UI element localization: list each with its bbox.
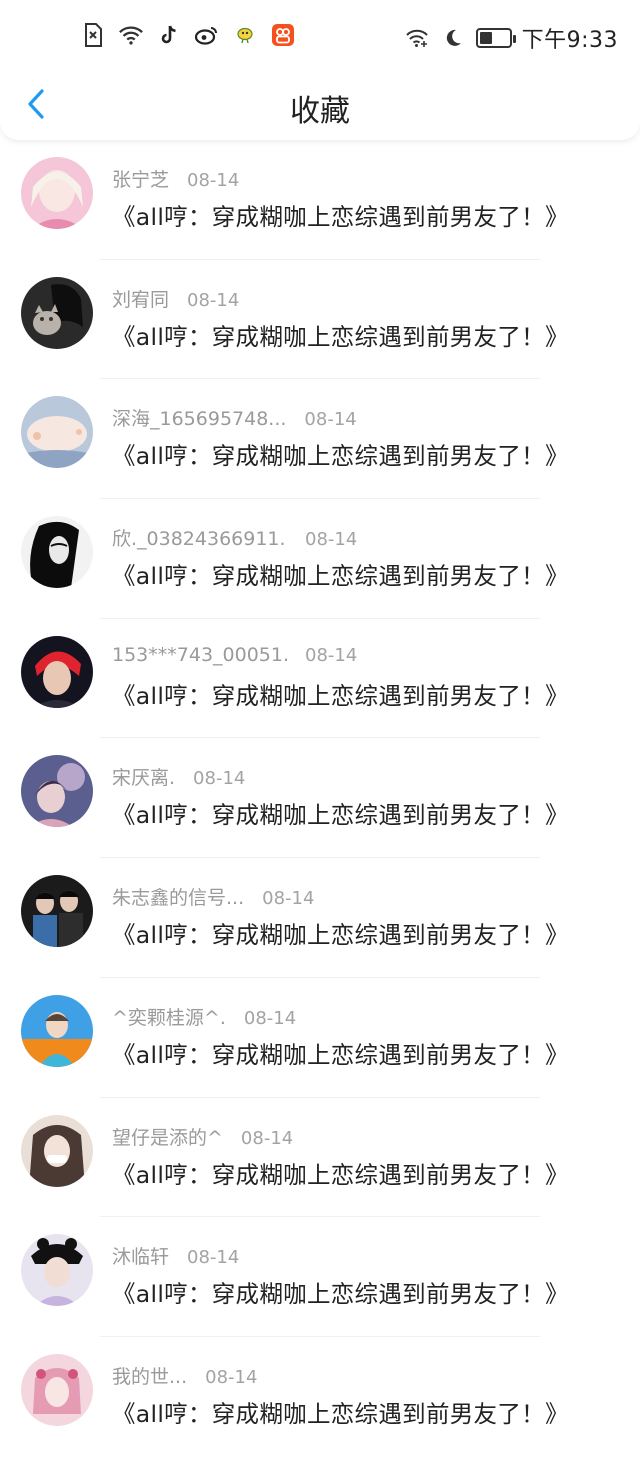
item-date: 08-14: [305, 644, 358, 666]
item-date: 08-14: [187, 1247, 240, 1269]
item-meta: 153***743_00051... 08-14: [112, 644, 357, 666]
page-title: 收藏: [290, 94, 350, 129]
user-name[interactable]: 沐临轩: [112, 1242, 169, 1269]
status-bar: 下午9:33: [0, 0, 640, 72]
item-title[interactable]: 《all哼：穿成糊咖上恋综遇到前男友了！》: [112, 677, 569, 711]
avatar[interactable]: [21, 635, 93, 708]
item-meta: 欣._03824366911... 08-14: [112, 524, 357, 551]
avatar[interactable]: [21, 1234, 93, 1307]
user-name[interactable]: 望仔是添的^: [112, 1123, 223, 1150]
avatar[interactable]: [21, 875, 93, 948]
wifi-plus-icon: [404, 25, 430, 51]
wifi-icon: [118, 22, 144, 48]
list-item[interactable]: 刘宥同 08-14 《all哼：穿成糊咖上恋综遇到前男友了！》: [0, 260, 640, 380]
user-name[interactable]: 深海_165695748...: [112, 404, 286, 431]
item-title[interactable]: 《all哼：穿成糊咖上恋综遇到前男友了！》: [112, 318, 569, 352]
item-title[interactable]: 《all哼：穿成糊咖上恋综遇到前男友了！》: [112, 198, 569, 232]
item-date: 08-14: [240, 1127, 294, 1149]
avatar[interactable]: [21, 276, 93, 349]
avatar[interactable]: [21, 1353, 93, 1426]
item-title[interactable]: 《all哼：穿成糊咖上恋综遇到前男友了！》: [112, 557, 569, 591]
item-date: 08-14: [187, 170, 240, 191]
user-name[interactable]: 宋厌离.: [112, 763, 175, 790]
item-meta: 我的世... 08-14: [112, 1362, 257, 1389]
item-meta: 望仔是添的^ 08-14: [112, 1123, 293, 1150]
list-item[interactable]: 沐临轩 08-14 《all哼：穿成糊咖上恋综遇到前男友了！》: [0, 1217, 640, 1337]
item-title[interactable]: 《all哼：穿成糊咖上恋综遇到前男友了！》: [112, 1156, 569, 1190]
item-date: 08-14: [243, 1007, 297, 1029]
item-date: 08-14: [304, 409, 357, 431]
item-meta: 沐临轩 08-14: [112, 1242, 239, 1269]
list-item[interactable]: 深海_165695748... 08-14 《all哼：穿成糊咖上恋综遇到前男友…: [0, 379, 640, 500]
bird-app-icon: [232, 22, 258, 48]
item-date: 08-14: [193, 768, 246, 790]
item-title[interactable]: 《all哼：穿成糊咖上恋综遇到前男友了！》: [112, 916, 569, 950]
item-title[interactable]: 《all哼：穿成糊咖上恋综遇到前男友了！》: [112, 796, 569, 830]
weibo-icon: [194, 22, 220, 48]
item-meta: 刘宥同 08-14: [112, 285, 239, 312]
user-name[interactable]: 朱志鑫的信号...: [112, 883, 244, 910]
list-item[interactable]: 望仔是添的^ 08-14 《all哼：穿成糊咖上恋综遇到前男友了！》: [0, 1098, 640, 1218]
list-item[interactable]: 我的世... 08-14 《all哼：穿成糊咖上恋综遇到前男友了！》: [0, 1337, 640, 1457]
user-name[interactable]: 我的世...: [112, 1362, 187, 1389]
item-title[interactable]: 《all哼：穿成糊咖上恋综遇到前男友了！》: [112, 1036, 569, 1070]
avatar[interactable]: [21, 396, 93, 469]
list-item[interactable]: 153***743_00051... 08-14 《all哼：穿成糊咖上恋综遇到…: [0, 619, 640, 739]
status-right-icons: 下午9:33: [404, 22, 618, 54]
user-name[interactable]: 153***743_00051...: [112, 644, 287, 666]
favorites-list: 张宁芝 08-14 《all哼：穿成糊咖上恋综遇到前男友了！》 刘宥同 08-1…: [0, 140, 640, 1457]
sim-x-icon: [80, 22, 106, 48]
avatar[interactable]: [21, 994, 93, 1067]
list-item[interactable]: ^奕颗桂源^. 08-14 《all哼：穿成糊咖上恋综遇到前男友了！》: [0, 978, 640, 1098]
user-name[interactable]: 欣._03824366911...: [112, 524, 287, 551]
list-item[interactable]: 张宁芝 08-14 《all哼：穿成糊咖上恋综遇到前男友了！》: [0, 140, 640, 260]
status-time: 下午9:33: [521, 28, 618, 53]
user-name[interactable]: ^奕颗桂源^.: [112, 1003, 226, 1030]
navigation-bar: 收藏: [0, 72, 640, 138]
orange-app-icon: [270, 22, 296, 48]
list-item[interactable]: 宋厌离. 08-14 《all哼：穿成糊咖上恋综遇到前男友了！》: [0, 738, 640, 859]
list-item[interactable]: 朱志鑫的信号... 08-14 《all哼：穿成糊咖上恋综遇到前男友了！》: [0, 858, 640, 978]
user-name[interactable]: 刘宥同: [112, 285, 169, 312]
item-meta: 朱志鑫的信号... 08-14: [112, 883, 314, 910]
user-name[interactable]: 张宁芝: [112, 165, 169, 192]
item-meta: 宋厌离. 08-14: [112, 763, 245, 790]
item-title[interactable]: 《all哼：穿成糊咖上恋综遇到前男友了！》: [112, 437, 569, 471]
avatar[interactable]: [21, 1114, 93, 1187]
item-date: 08-14: [187, 289, 240, 311]
avatar[interactable]: [21, 755, 93, 828]
item-meta: 深海_165695748... 08-14: [112, 404, 357, 431]
item-meta: 张宁芝 08-14: [112, 165, 239, 192]
status-left-icons: [80, 22, 296, 48]
battery-icon: [475, 28, 516, 48]
item-date: 08-14: [305, 529, 358, 551]
item-meta: ^奕颗桂源^. 08-14: [112, 1003, 296, 1030]
avatar[interactable]: [21, 516, 93, 589]
tiktok-icon: [156, 22, 182, 48]
item-title[interactable]: 《all哼：穿成糊咖上恋综遇到前男友了！》: [112, 1395, 569, 1429]
list-item[interactable]: 欣._03824366911... 08-14 《all哼：穿成糊咖上恋综遇到前…: [0, 499, 640, 619]
moon-icon: [440, 25, 466, 51]
top-bar: 下午9:33 收藏: [0, 0, 640, 140]
item-date: 08-14: [205, 1366, 258, 1388]
item-title[interactable]: 《all哼：穿成糊咖上恋综遇到前男友了！》: [112, 1275, 569, 1309]
avatar[interactable]: [21, 157, 93, 229]
item-date: 08-14: [262, 888, 315, 910]
